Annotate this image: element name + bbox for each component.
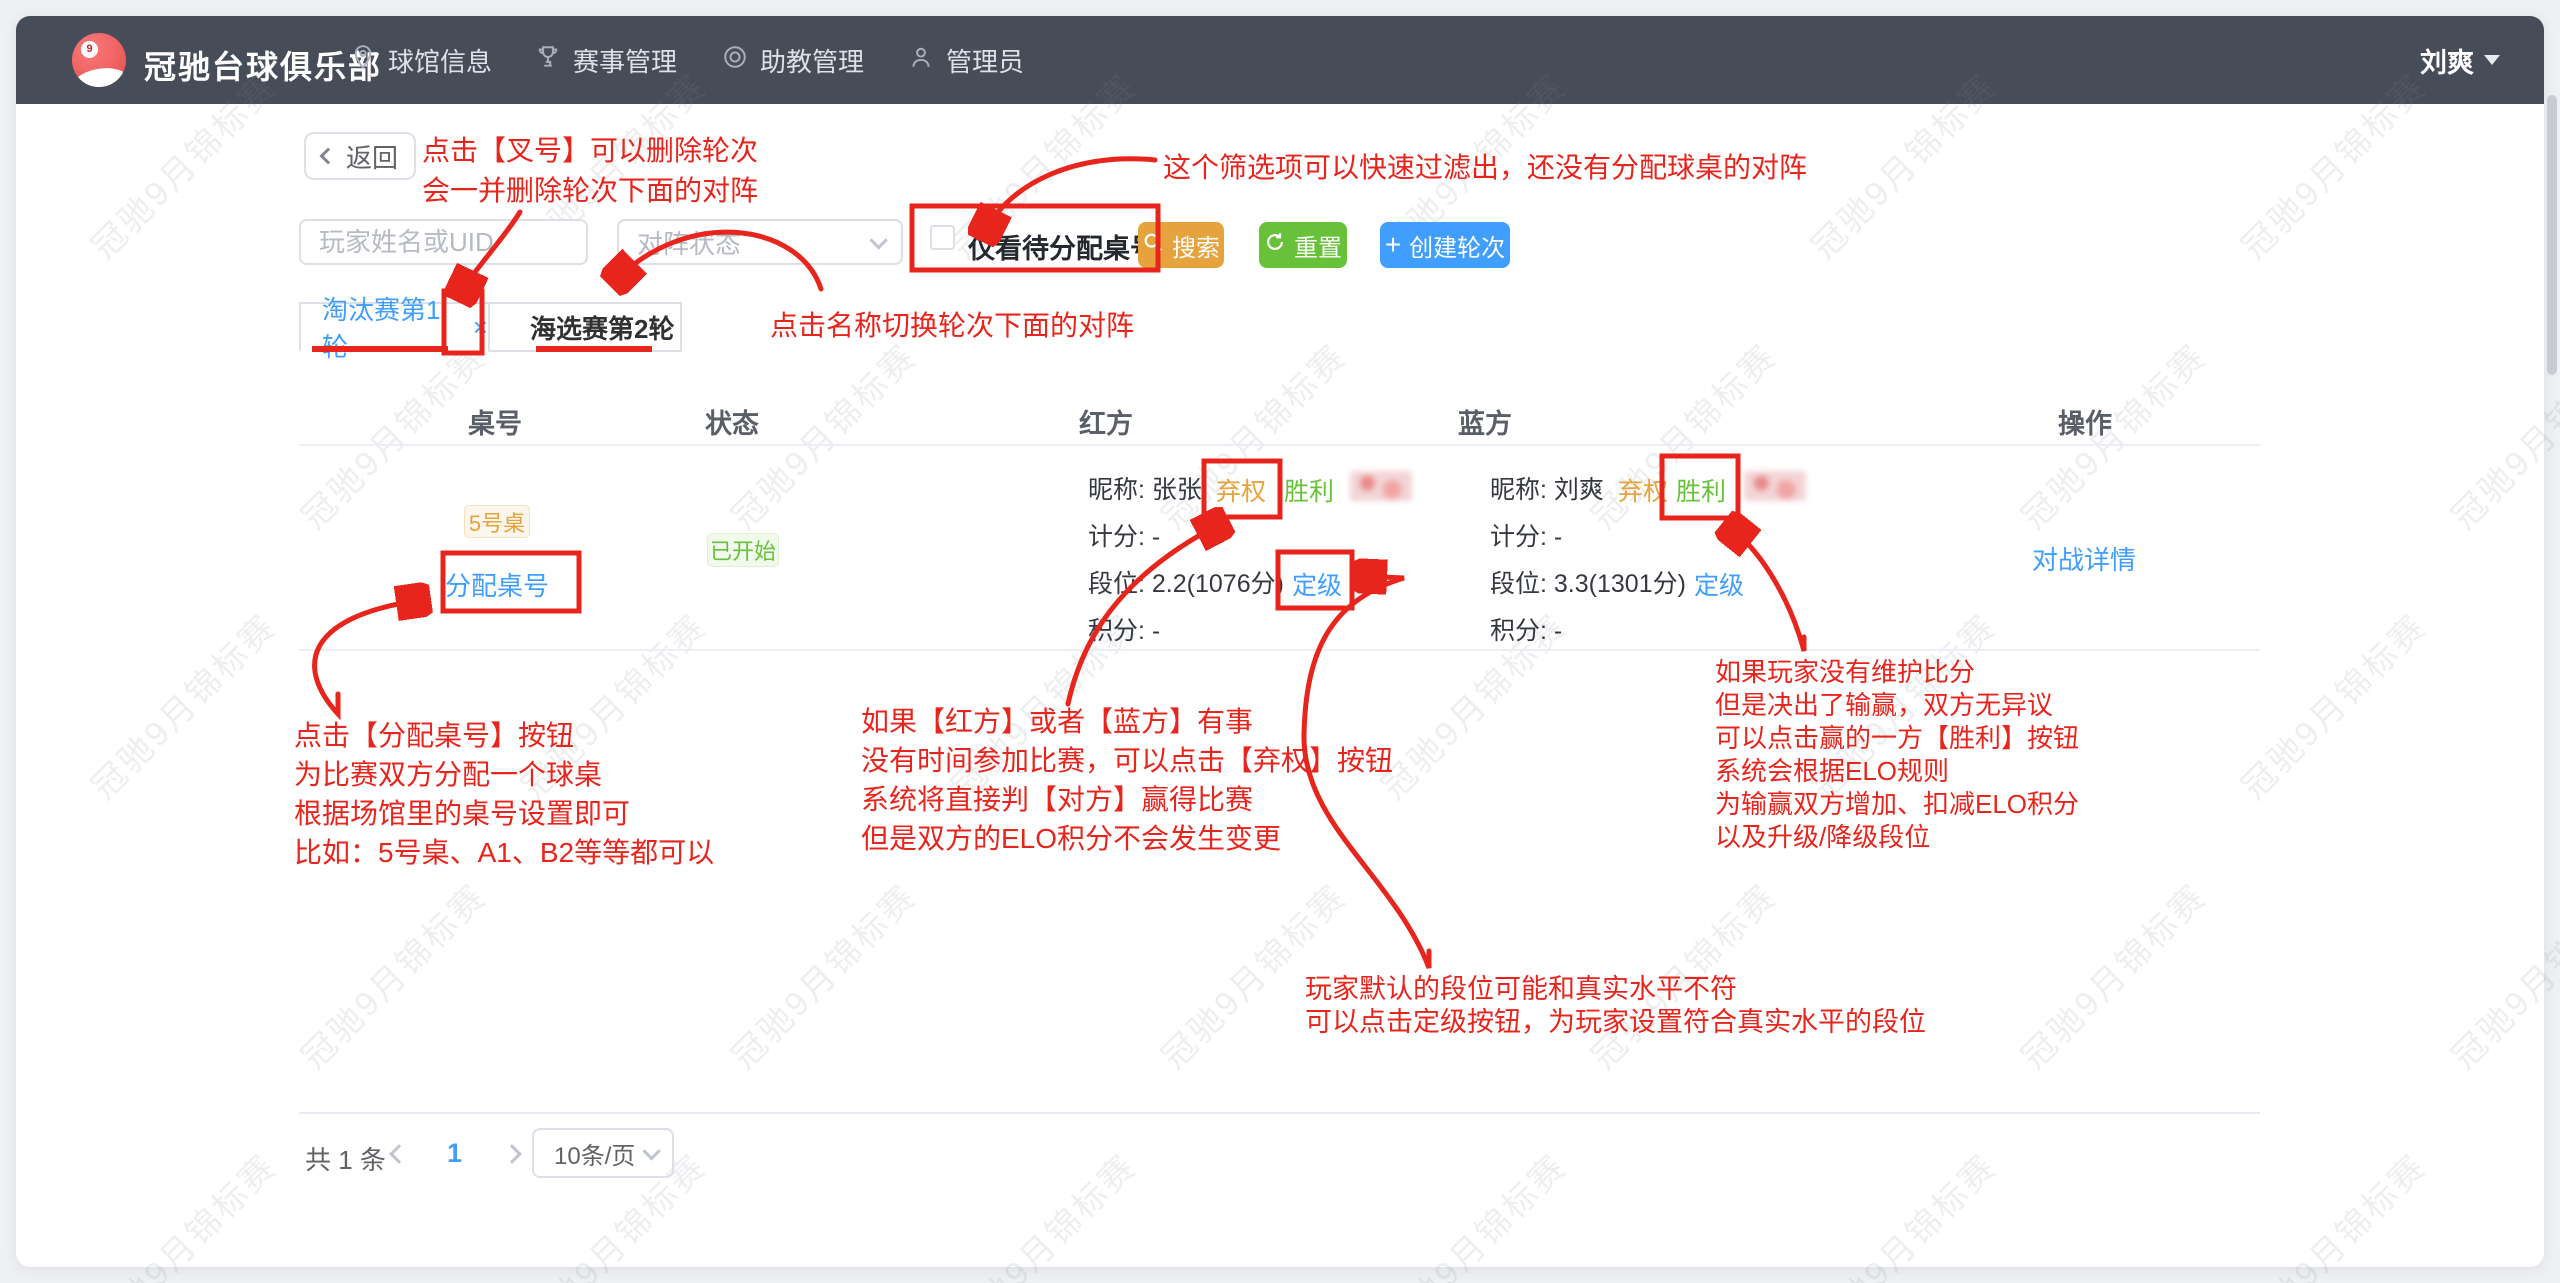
- tab-qualifier-round-2[interactable]: 海选赛第2轮: [488, 302, 682, 352]
- red-nickname: 昵称: 张张: [1088, 470, 1202, 506]
- reset-button[interactable]: 重置: [1259, 222, 1347, 268]
- blue-grade-button[interactable]: 定级: [1694, 566, 1744, 602]
- back-button[interactable]: 返回: [304, 132, 416, 180]
- annotation-assign-table: 点击【分配桌号】按钮为比赛双方分配一个球桌根据场馆里的桌号设置即可比如：5号桌、…: [294, 716, 714, 872]
- plus-icon: +: [1385, 231, 1401, 259]
- chevron-left-icon: [319, 148, 336, 165]
- blue-redacted-button[interactable]: [1744, 471, 1806, 501]
- player-search-input[interactable]: [299, 219, 588, 265]
- row-divider: [299, 649, 2260, 651]
- red-victory-button[interactable]: 胜利: [1284, 472, 1334, 508]
- annotation-forfeit: 如果【红方】或者【蓝方】有事没有时间参加比赛，可以点击【弃权】按钮系统将直接判【…: [861, 702, 1393, 858]
- tab-knockout-round-1[interactable]: 淘汰赛第1轮 ×: [299, 302, 490, 352]
- pagination-page-1[interactable]: 1: [447, 1138, 462, 1169]
- blue-points: 积分: -: [1490, 611, 1562, 647]
- status-badge: 已开始: [707, 533, 779, 567]
- chevron-down-icon: [642, 1142, 660, 1160]
- blue-rank: 段位: 3.3(1301分): [1490, 564, 1686, 600]
- blue-victory-button[interactable]: 胜利: [1676, 472, 1726, 508]
- create-round-button-label: 创建轮次: [1409, 228, 1505, 263]
- table-bottom-divider: [299, 1112, 2260, 1114]
- refresh-icon: [1264, 231, 1286, 260]
- annotation-switch-tab: 点击名称切换轮次下面的对阵: [770, 304, 1134, 344]
- back-button-label: 返回: [346, 138, 398, 175]
- annotation-grade: 玩家默认的段位可能和真实水平不符可以点击定级按钮，为玩家设置符合真实水平的段位: [1305, 973, 1926, 1039]
- match-detail-link[interactable]: 对战详情: [2032, 540, 2136, 577]
- pending-table-checkbox-label[interactable]: 仅看待分配桌号: [968, 227, 1157, 266]
- red-redacted-button[interactable]: [1350, 471, 1412, 501]
- col-header-action: 操作: [2058, 402, 2112, 441]
- table-number-tag: 5号桌: [464, 505, 530, 538]
- col-header-red: 红方: [1079, 402, 1133, 441]
- reset-button-label: 重置: [1294, 228, 1342, 263]
- header-divider: [299, 444, 2260, 446]
- pagination-next-button[interactable]: [502, 1144, 522, 1164]
- close-icon[interactable]: ×: [473, 314, 488, 340]
- chevron-down-icon: [869, 231, 887, 249]
- search-button-label: 搜索: [1172, 228, 1220, 263]
- page-size-select[interactable]: 10条/页: [532, 1128, 674, 1178]
- page-size-value: 10条/页: [554, 1136, 643, 1171]
- red-grade-button[interactable]: 定级: [1292, 566, 1342, 602]
- search-icon: [1142, 231, 1164, 260]
- col-header-blue: 蓝方: [1458, 402, 1512, 441]
- annotation-victory: 如果玩家没有维护比分但是决出了输赢，双方无异议可以点击赢的一方【胜利】按钮系统会…: [1715, 656, 2079, 854]
- assign-table-button[interactable]: 分配桌号: [445, 566, 549, 603]
- pending-table-checkbox[interactable]: [930, 225, 955, 250]
- annotation-filter-tip: 这个筛选项可以快速过滤出，还没有分配球桌的对阵: [1163, 146, 1807, 186]
- blue-score: 计分: -: [1490, 517, 1562, 553]
- search-button[interactable]: 搜索: [1138, 222, 1224, 268]
- tab-label[interactable]: 淘汰赛第1轮: [322, 290, 457, 364]
- blue-forfeit-button[interactable]: 弃权: [1618, 472, 1668, 508]
- match-status-select[interactable]: 对阵状态: [617, 219, 903, 265]
- red-score: 计分: -: [1088, 517, 1160, 553]
- pagination-prev-button[interactable]: [389, 1144, 409, 1164]
- create-round-button[interactable]: + 创建轮次: [1380, 222, 1510, 268]
- col-header-table: 桌号: [468, 402, 522, 441]
- select-placeholder: 对阵状态: [637, 224, 870, 261]
- col-header-status: 状态: [705, 402, 759, 441]
- red-points: 积分: -: [1088, 611, 1160, 647]
- pagination-total: 共 1 条: [305, 1140, 386, 1177]
- page: 9 冠驰台球俱乐部 球馆信息 赛事管理: [0, 0, 2560, 1283]
- blue-nickname: 昵称: 刘爽: [1490, 470, 1604, 506]
- annotation-delete-round: 点击【叉号】可以删除轮次会一并删除轮次下面的对阵: [422, 131, 758, 211]
- red-forfeit-button[interactable]: 弃权: [1216, 472, 1266, 508]
- red-rank: 段位: 2.2(1076分): [1088, 564, 1284, 600]
- tab-label[interactable]: 海选赛第2轮: [530, 309, 674, 346]
